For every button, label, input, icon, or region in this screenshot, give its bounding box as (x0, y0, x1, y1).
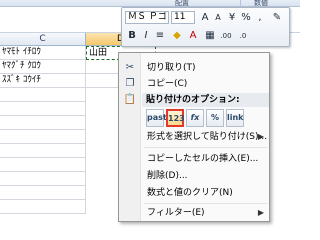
percent-icon[interactable]: % (239, 11, 253, 25)
menu-item-cut[interactable]: ✂ 切り取り(T) (120, 61, 269, 75)
currency-icon[interactable]: ¥ (225, 11, 239, 25)
scissors-icon: ✂ (125, 62, 135, 73)
grow-font-icon[interactable]: A (198, 11, 212, 25)
bold-icon[interactable]: B (125, 29, 139, 43)
cell-c10[interactable] (0, 172, 86, 186)
menu-item-copy[interactable]: ❐ コピー(C) (120, 77, 269, 91)
cell-c6[interactable] (0, 116, 86, 130)
comma-icon[interactable]: , (253, 11, 267, 25)
menu-item-delete[interactable]: 削除(D)... (120, 169, 269, 183)
paste-option-paste-icon[interactable]: paste (146, 109, 172, 127)
cell-c2[interactable]: ﾔﾏｸﾞﾁ ｸﾛｳ (0, 60, 86, 74)
context-menu: ✂ 切り取り(T) ❐ コピー(C) 貼り付けのオプション: 📋 paste 1… (118, 52, 270, 222)
align-icon[interactable]: ≡ (153, 29, 167, 43)
cell-c1[interactable]: ﾔﾏﾓﾄ ｲﾁﾛｳ (0, 46, 86, 60)
menu-item-filter[interactable]: フィルター(E) ▶ (120, 206, 269, 220)
paste-icon: 📋 (123, 94, 137, 105)
menu-item-clear[interactable]: 数式と値のクリア(N) (120, 186, 269, 200)
paste-option-values-icon[interactable]: 123 (166, 109, 185, 127)
menu-item-filter-label: フィルター(E) (147, 208, 205, 218)
paste-option-formatting-icon[interactable]: % (206, 109, 224, 127)
cell-c5[interactable] (0, 102, 86, 116)
ribbon-separator (240, 0, 241, 7)
menu-item-clear-label: 数式と値のクリア(N) (147, 188, 233, 198)
italic-icon[interactable]: I (139, 29, 153, 43)
paste-option-formulas-icon[interactable]: fx (186, 109, 204, 127)
menu-item-insert-copied-label: コピーしたセルの挿入(E)... (147, 154, 259, 164)
paste-options-header: 貼り付けのオプション: (142, 93, 269, 107)
shrink-font-icon[interactable]: A (211, 11, 225, 25)
cell-c8[interactable] (0, 144, 86, 158)
font-size-box[interactable]: 11 (171, 11, 195, 24)
menu-divider (144, 147, 268, 148)
cell-c9[interactable] (0, 158, 86, 172)
borders-icon[interactable]: ▦ (203, 29, 217, 43)
menu-item-paste-special-label: 形式を選択して貼り付け(S)... (147, 132, 268, 142)
copy-icon: ❐ (125, 78, 135, 89)
format-painter-icon[interactable]: ✎ (270, 11, 284, 25)
cell-c11[interactable] (0, 186, 86, 200)
submenu-arrow-icon: ▶ (257, 208, 264, 217)
menu-item-cut-label: 切り取り(T) (147, 63, 196, 73)
cell-c12[interactable] (0, 200, 86, 214)
font-color-icon[interactable]: A (186, 29, 200, 43)
cell-c3[interactable]: ｽｽﾞｷ ｺｳｲﾁ (0, 74, 86, 88)
paste-option-link-icon[interactable]: link (226, 109, 244, 127)
cell-c4[interactable] (0, 88, 86, 102)
menu-item-copy-label: コピー(C) (147, 79, 188, 89)
menu-divider (144, 203, 268, 204)
menu-item-delete-label: 削除(D)... (147, 171, 188, 181)
column-header-c[interactable]: C (0, 33, 86, 46)
cell-c7[interactable] (0, 130, 86, 144)
submenu-arrow-icon: ▶ (257, 132, 264, 141)
mini-toolbar: ＭＳ Ｐゴ 11 A A ¥ % , ✎ B I ≡ ◆ A ▦ .00 .0 (121, 7, 290, 47)
paste-options-label: 貼り付けのオプション: (146, 95, 240, 105)
menu-item-paste-special[interactable]: 形式を選択して貼り付け(S)... ▶ (120, 130, 269, 144)
increase-decimal-icon[interactable]: .0 (236, 29, 250, 43)
font-name-box[interactable]: ＭＳ Ｐゴ (125, 11, 169, 24)
fill-color-icon[interactable]: ◆ (170, 29, 184, 43)
decrease-decimal-icon[interactable]: .00 (219, 29, 233, 43)
ribbon-strip: 配置 数値 (0, 0, 300, 7)
menu-item-insert-copied[interactable]: コピーしたセルの挿入(E)... (120, 152, 269, 166)
